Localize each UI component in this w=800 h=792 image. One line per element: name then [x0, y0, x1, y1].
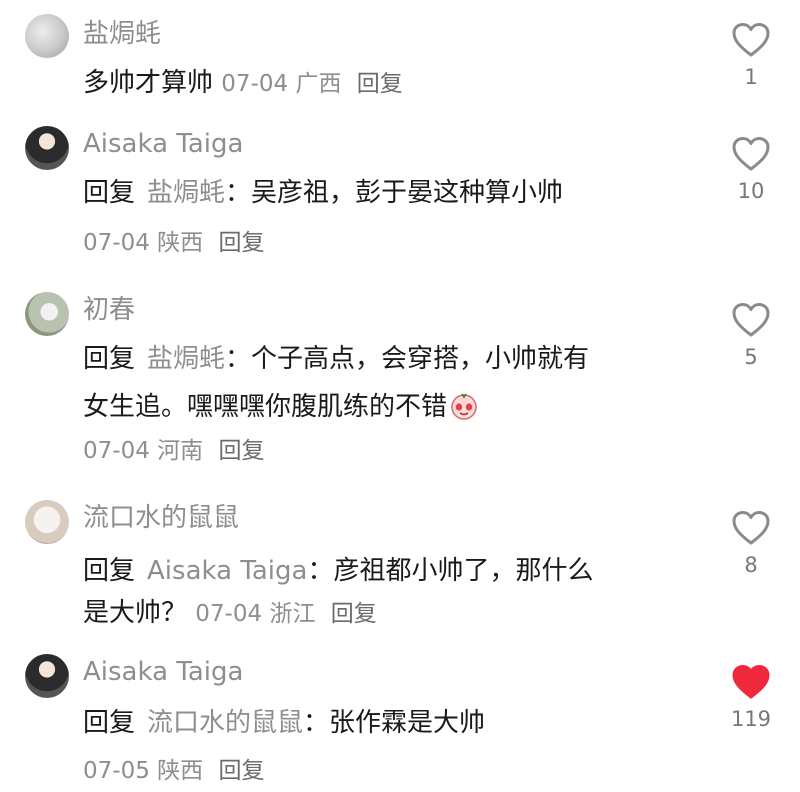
heart-outline-icon[interactable]	[728, 302, 774, 338]
reply-prefix: 回复	[83, 708, 136, 738]
comment-text-line: 回复 盐焗蚝：吴彦祖，彭于晏这种算小帅	[83, 176, 563, 210]
comment-text-line: 多帅才算帅 07-04 广西 回复	[83, 66, 403, 101]
like-count: 5	[744, 345, 758, 369]
comment-body: 个子高点，会穿搭，小帅就有	[251, 344, 590, 374]
avatar[interactable]	[25, 500, 69, 544]
reply-colon: ：	[307, 556, 334, 586]
reply-button[interactable]: 回复	[218, 438, 264, 464]
avatar[interactable]	[25, 292, 69, 336]
comment-body-continued: 是大帅？	[83, 598, 188, 628]
comment-meta: 07-04 陕西 回复	[83, 228, 264, 258]
reply-prefix: 回复	[83, 556, 136, 586]
comment-date: 07-04	[83, 438, 150, 464]
comment-meta: 07-04 河南 回复	[83, 436, 264, 466]
reply-target-user[interactable]: 盐焗蚝	[147, 178, 225, 208]
comment-text-line: 回复 盐焗蚝：个子高点，会穿搭，小帅就有	[83, 342, 589, 376]
reply-button[interactable]: 回复	[218, 758, 264, 784]
comment-body: 多帅才算帅	[83, 68, 214, 98]
comment-body: 彦祖都小帅了，那什么	[333, 556, 594, 586]
reply-target-user[interactable]: Aisaka Taiga	[147, 556, 307, 586]
shy-face-emoji-icon	[449, 391, 479, 421]
comment-body-continued: 女生追。嘿嘿嘿你腹肌练的不错	[83, 392, 448, 422]
comment-username[interactable]: 流口水的鼠鼠	[83, 502, 239, 534]
heart-outline-icon[interactable]	[728, 510, 774, 546]
like-count: 1	[744, 65, 758, 89]
like-control[interactable]: 1	[728, 22, 774, 90]
reply-colon: ：	[303, 708, 330, 738]
avatar[interactable]	[25, 654, 69, 698]
reply-button[interactable]: 回复	[331, 601, 377, 627]
comment-location: 河南	[157, 438, 204, 464]
reply-target-user[interactable]: 流口水的鼠鼠	[147, 708, 303, 738]
comment-date: 07-04	[195, 601, 263, 627]
comment-date: 07-04	[83, 230, 150, 256]
like-control[interactable]: 119	[728, 664, 774, 732]
comment-date: 07-04	[221, 71, 289, 97]
avatar[interactable]	[25, 126, 69, 170]
comment-meta: 07-05 陕西 回复	[83, 756, 264, 786]
comment-username[interactable]: Aisaka Taiga	[83, 656, 243, 688]
avatar[interactable]	[25, 14, 69, 58]
like-control[interactable]: 5	[728, 302, 774, 370]
reply-colon: ：	[225, 344, 252, 374]
comment-date: 07-05	[83, 758, 150, 784]
comment-location: 浙江	[269, 601, 316, 627]
comment-text-line: 女生追。嘿嘿嘿你腹肌练的不错	[83, 390, 479, 424]
comment-meta: 07-04 广西 回复	[221, 71, 402, 97]
comment-username[interactable]: 初春	[83, 294, 135, 326]
reply-colon: ：	[225, 178, 252, 208]
comment-body: 吴彦祖，彭于晏这种算小帅	[251, 178, 564, 208]
reply-prefix: 回复	[83, 178, 136, 208]
comment-location: 陕西	[157, 758, 204, 784]
heart-outline-icon[interactable]	[728, 22, 774, 58]
comment-location: 陕西	[157, 230, 204, 256]
reply-prefix: 回复	[83, 344, 136, 374]
like-count: 10	[737, 179, 765, 203]
comment-text-line: 回复 流口水的鼠鼠：张作霖是大帅	[83, 706, 485, 740]
comment-text-line: 是大帅？ 07-04 浙江 回复	[83, 596, 377, 631]
comment-meta: 07-04 浙江 回复	[195, 601, 376, 627]
like-count: 8	[744, 553, 758, 577]
comment-text-line: 回复 Aisaka Taiga：彦祖都小帅了，那什么	[83, 554, 594, 588]
like-control[interactable]: 8	[728, 510, 774, 578]
heart-filled-icon[interactable]	[728, 664, 774, 700]
comment-location: 广西	[295, 71, 342, 97]
like-control[interactable]: 10	[728, 136, 774, 204]
reply-button[interactable]: 回复	[218, 230, 264, 256]
comment-username[interactable]: 盐焗蚝	[83, 18, 161, 50]
heart-outline-icon[interactable]	[728, 136, 774, 172]
reply-target-user[interactable]: 盐焗蚝	[147, 344, 225, 374]
reply-button[interactable]: 回复	[357, 71, 403, 97]
comment-username[interactable]: Aisaka Taiga	[83, 128, 243, 160]
comment-body: 张作霖是大帅	[329, 708, 486, 738]
like-count: 119	[730, 707, 772, 731]
